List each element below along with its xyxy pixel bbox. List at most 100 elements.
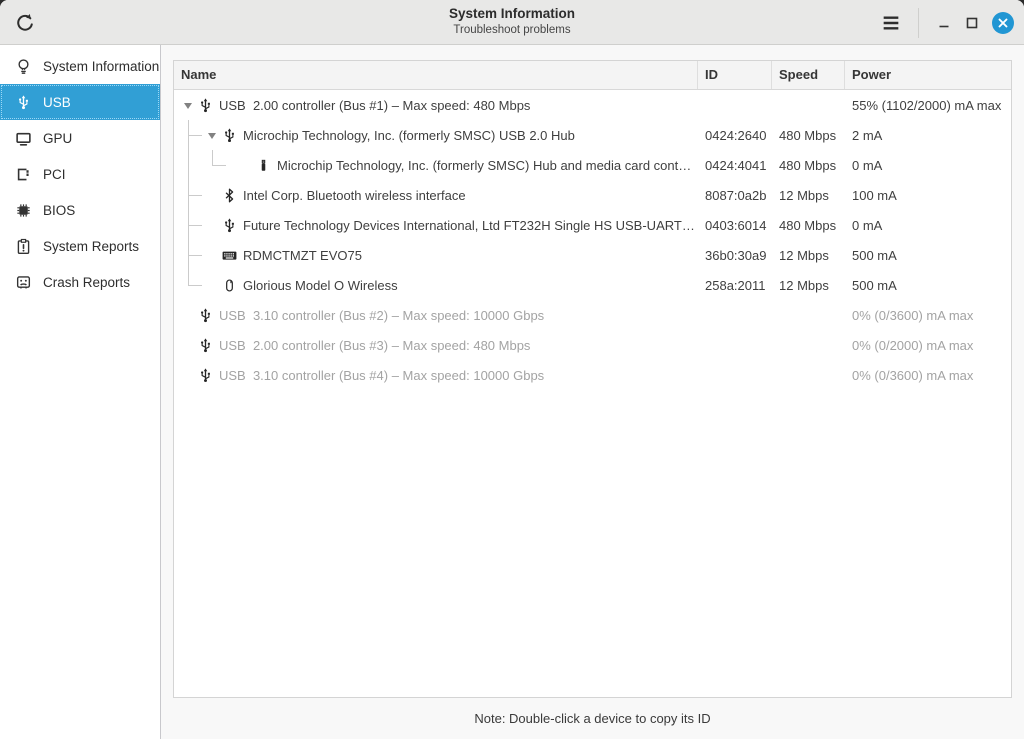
- cell-power: 2 mA: [852, 127, 883, 143]
- window-controls: [876, 0, 1016, 45]
- cell-name: Microchip Technology, Inc. (formerly SMS…: [174, 150, 698, 180]
- footer-note: Note: Double-click a device to copy its …: [474, 711, 711, 726]
- table-row[interactable]: Future Technology Devices International,…: [174, 210, 1011, 240]
- sidebar-item-crash-reports[interactable]: Crash Reports: [0, 264, 160, 300]
- page-title: System Information: [448, 6, 576, 22]
- minimize-button[interactable]: [931, 10, 957, 36]
- triangle-down-icon: [184, 103, 192, 109]
- cell-speed: 12 Mbps: [779, 187, 829, 203]
- sidebar-item-label: PCI: [43, 166, 66, 182]
- gpu-icon: [14, 129, 32, 147]
- sidebar-item-label: System Information: [43, 58, 160, 74]
- table-row[interactable]: Microchip Technology, Inc. (formerly SMS…: [174, 150, 1011, 180]
- cell-speed: 12 Mbps: [779, 277, 829, 293]
- cell-speed: 480 Mbps: [779, 127, 837, 143]
- menu-button[interactable]: [876, 8, 906, 38]
- table-row[interactable]: USB 3.10 controller (Bus #4) – Max speed…: [174, 360, 1011, 390]
- footer-note-bar: Note: Double-click a device to copy its …: [173, 698, 1012, 739]
- sidebar-item-system-information[interactable]: System Information: [0, 48, 160, 84]
- table-row[interactable]: RDMCTMZT EVO75 36b0:30a9 12 Mbps 500 mA: [174, 240, 1011, 270]
- sidebar-item-label: GPU: [43, 130, 73, 146]
- cell-power: 0 mA: [852, 157, 883, 173]
- refresh-button[interactable]: [13, 11, 37, 35]
- device-name: Future Technology Devices International,…: [243, 217, 695, 233]
- mouse-icon: [221, 277, 238, 294]
- tree-line: [179, 240, 203, 270]
- column-header-speed[interactable]: Speed: [772, 61, 845, 89]
- table-row[interactable]: USB 3.10 controller (Bus #2) – Max speed…: [174, 300, 1011, 330]
- cell-power: 0% (0/2000) mA max: [852, 337, 974, 353]
- device-name: Glorious Model O Wireless: [243, 277, 398, 293]
- device-name: Microchip Technology, Inc. (formerly SMS…: [277, 157, 692, 173]
- usb-icon: [197, 307, 214, 324]
- cell-speed: 480 Mbps: [779, 217, 837, 233]
- sidebar-item-system-reports[interactable]: System Reports: [0, 228, 160, 264]
- cell-name: Intel Corp. Bluetooth wireless interface: [174, 180, 698, 210]
- cell-id: 0424:2640: [705, 127, 767, 143]
- column-header-id[interactable]: ID: [698, 61, 772, 89]
- cell-name: RDMCTMZT EVO75: [174, 240, 698, 270]
- column-header-power[interactable]: Power: [845, 61, 1011, 89]
- report-icon: [14, 237, 32, 255]
- lightbulb-icon: [14, 57, 32, 75]
- cell-id: 36b0:30a9: [705, 247, 767, 263]
- usb-drive-icon: [255, 157, 272, 174]
- app-window: System Information Troubleshoot problems…: [0, 0, 1024, 739]
- table-row[interactable]: USB 2.00 controller (Bus #1) – Max speed…: [174, 90, 1011, 120]
- sidebar-item-usb[interactable]: USB: [0, 84, 160, 120]
- table-row[interactable]: Intel Corp. Bluetooth wireless interface…: [174, 180, 1011, 210]
- tree-line: [179, 270, 203, 300]
- tree-line: [203, 150, 227, 180]
- sidebar-item-bios[interactable]: BIOS: [0, 192, 160, 228]
- tree-line: [179, 150, 203, 180]
- cell-name: Future Technology Devices International,…: [174, 210, 698, 240]
- device-name: Intel Corp. Bluetooth wireless interface: [243, 187, 466, 203]
- cell-id: 0424:4041: [705, 157, 767, 173]
- device-name: Microchip Technology, Inc. (formerly SMS…: [243, 127, 575, 143]
- sidebar-item-gpu[interactable]: GPU: [0, 120, 160, 156]
- table-row[interactable]: USB 2.00 controller (Bus #3) – Max speed…: [174, 330, 1011, 360]
- sidebar-item-label: USB: [43, 94, 71, 110]
- bluetooth-icon: [221, 187, 238, 204]
- cell-power: 500 mA: [852, 277, 897, 293]
- device-name: USB 3.10 controller (Bus #4) – Max speed…: [219, 367, 545, 383]
- bios-icon: [14, 201, 32, 219]
- cell-name: USB 3.10 controller (Bus #4) – Max speed…: [174, 360, 698, 390]
- hamburger-menu-icon: [880, 12, 902, 34]
- cell-power: 100 mA: [852, 187, 897, 203]
- page-subtitle: Troubleshoot problems: [453, 24, 571, 37]
- cell-speed: 480 Mbps: [779, 157, 837, 173]
- minimize-icon: [934, 13, 954, 33]
- main-panel: Name ID Speed Power USB 2.00 controller …: [161, 45, 1024, 739]
- column-header-name[interactable]: Name: [174, 61, 698, 89]
- sidebar-item-label: Crash Reports: [43, 274, 131, 290]
- usb-icon: [197, 367, 214, 384]
- expander-icon[interactable]: [179, 101, 197, 109]
- cell-name: USB 2.00 controller (Bus #1) – Max speed…: [174, 90, 698, 120]
- usb-icon: [197, 337, 214, 354]
- maximize-button[interactable]: [959, 10, 985, 36]
- table-row[interactable]: Microchip Technology, Inc. (formerly SMS…: [174, 120, 1011, 150]
- cell-name: USB 2.00 controller (Bus #3) – Max speed…: [174, 330, 698, 360]
- crash-icon: [14, 273, 32, 291]
- device-name: RDMCTMZT EVO75: [243, 247, 362, 263]
- tree-line: [179, 120, 203, 150]
- keyboard-icon: [221, 247, 238, 264]
- refresh-icon: [14, 12, 36, 34]
- cell-name: Glorious Model O Wireless: [174, 270, 698, 300]
- tree-line: [179, 180, 203, 210]
- cell-power: 500 mA: [852, 247, 897, 263]
- cell-speed: 12 Mbps: [779, 247, 829, 263]
- table-row[interactable]: Glorious Model O Wireless 258a:2011 12 Mbp…: [174, 270, 1011, 300]
- expander-icon[interactable]: [203, 131, 221, 139]
- close-icon: [997, 17, 1009, 29]
- tree-line: [179, 210, 203, 240]
- cell-power: 0% (0/3600) mA max: [852, 367, 974, 383]
- table-body: USB 2.00 controller (Bus #1) – Max speed…: [174, 90, 1011, 697]
- sidebar-item-label: System Reports: [43, 238, 140, 254]
- sidebar-item-pci[interactable]: PCI: [0, 156, 160, 192]
- cell-power: 55% (1102/2000) mA max: [852, 97, 1002, 113]
- close-button[interactable]: [992, 11, 1014, 34]
- table-header: Name ID Speed Power: [174, 61, 1011, 90]
- device-name: USB 3.10 controller (Bus #2) – Max speed…: [219, 307, 545, 323]
